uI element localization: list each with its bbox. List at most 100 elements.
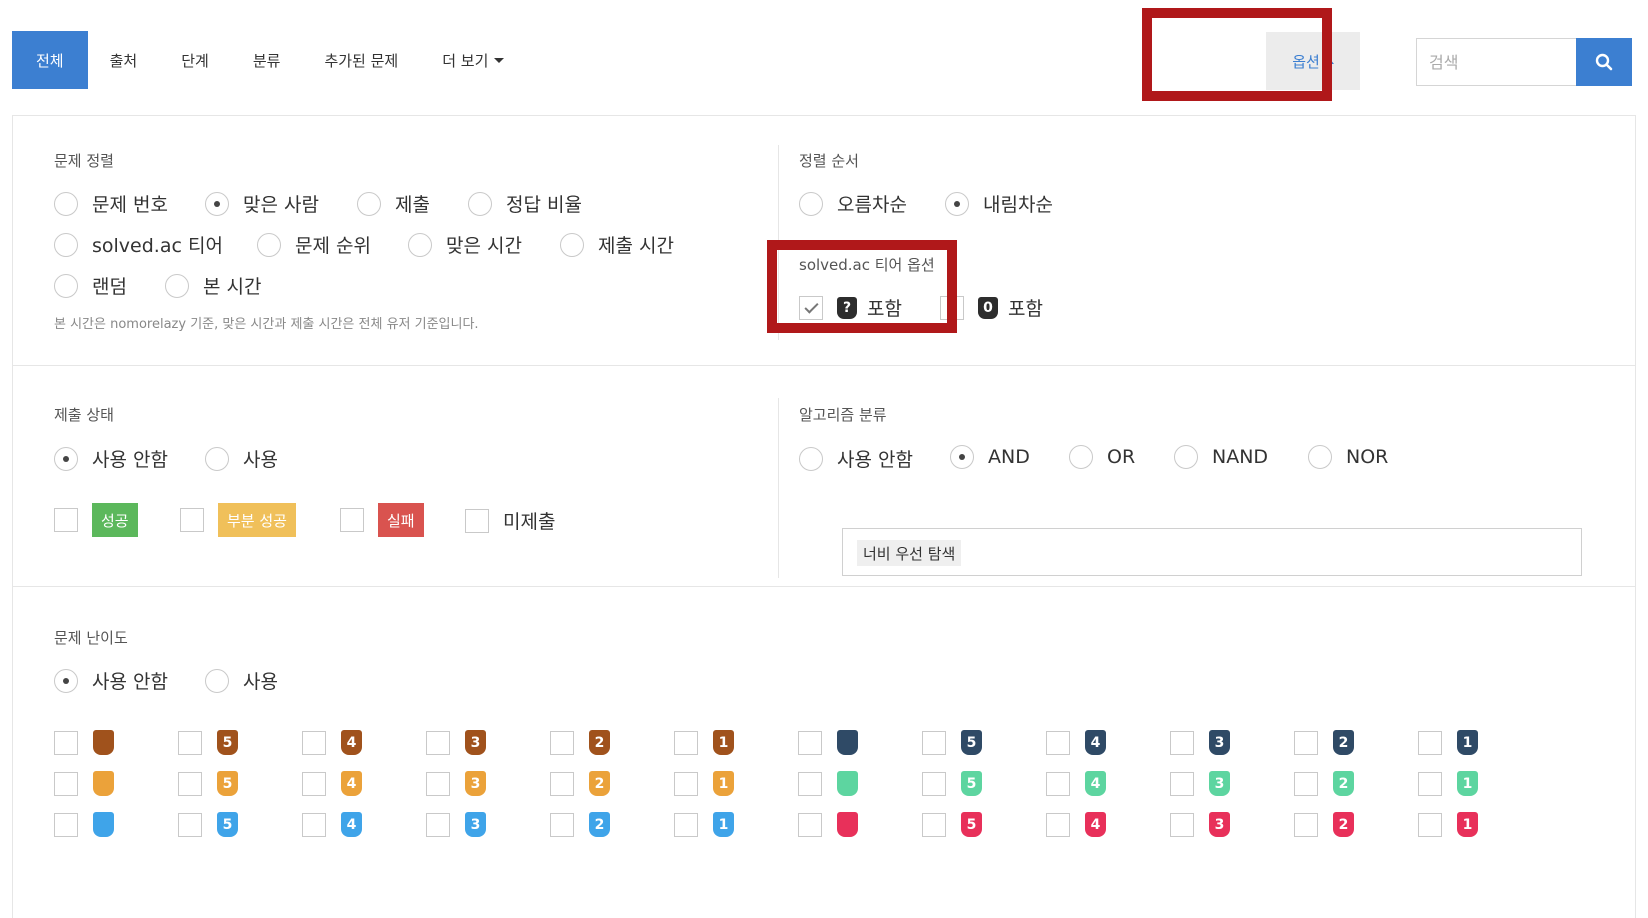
tier-checkbox[interactable]: 4 [302, 771, 362, 796]
tier-checkbox[interactable] [54, 812, 114, 837]
tier-checkbox[interactable]: 4 [1046, 771, 1106, 796]
status-success[interactable]: 성공 [54, 503, 138, 537]
sort-option[interactable]: 문제 번호 [54, 190, 168, 217]
tier-checkbox[interactable]: 5 [922, 730, 982, 755]
tier-badge-icon: 5 [217, 771, 238, 796]
algo-tag[interactable]: 너비 우선 탐색 [857, 540, 962, 566]
tier-checkbox[interactable]: 2 [1294, 771, 1354, 796]
status-unsubmitted[interactable]: 미제출 [465, 507, 555, 534]
tier-checkbox[interactable] [798, 730, 858, 755]
tier-checkbox[interactable]: 4 [1046, 730, 1106, 755]
tier-checkbox[interactable]: 2 [1294, 812, 1354, 837]
radio [799, 191, 823, 216]
sort-option[interactable]: 맞은 시간 [408, 231, 522, 258]
tier-checkbox[interactable]: 5 [922, 812, 982, 837]
radio [54, 191, 78, 216]
tier-checkbox[interactable] [798, 812, 858, 837]
checkbox [178, 771, 202, 796]
sort-option[interactable]: 본 시간 [165, 272, 261, 299]
tier-checkbox[interactable]: 5 [178, 812, 238, 837]
option-label: 포함 [867, 298, 902, 320]
option-label: 오름차순 [837, 194, 907, 216]
search-input[interactable] [1416, 38, 1576, 86]
radio [1069, 445, 1093, 469]
level-option[interactable]: 사용 [205, 667, 278, 694]
tier-checkbox[interactable]: 5 [178, 771, 238, 796]
status-badge: 실패 [378, 503, 424, 537]
status-fail[interactable]: 실패 [340, 503, 424, 537]
search-button[interactable] [1576, 38, 1632, 86]
option-label: 랜덤 [92, 276, 127, 298]
tier-badge-icon: 1 [713, 771, 734, 796]
tier-include-zero[interactable]: 0 포함 [940, 294, 1043, 321]
radio-selected [945, 191, 969, 216]
tier-badge-icon [837, 771, 858, 796]
algo-option[interactable]: OR [1069, 445, 1135, 469]
submit-title: 제출 상태 [54, 406, 114, 424]
tier-checkbox[interactable] [54, 730, 114, 755]
tier-checkbox[interactable]: 3 [1170, 812, 1230, 837]
tier-checkbox[interactable]: 1 [1418, 730, 1478, 755]
tier-badge-icon: 5 [961, 730, 982, 755]
sort-option[interactable]: 맞은 사람 [205, 190, 319, 217]
tier-checkbox[interactable]: 3 [1170, 771, 1230, 796]
tier-checkbox[interactable]: 4 [302, 812, 362, 837]
tier-checkbox[interactable]: 2 [550, 812, 610, 837]
tab-category[interactable]: 분류 [231, 31, 303, 89]
algo-option[interactable]: 사용 안함 [799, 445, 913, 472]
tab-more[interactable]: 더 보기 [420, 31, 526, 89]
tier-checkbox[interactable]: 3 [426, 812, 486, 837]
tier-include-unrated[interactable]: ? 포함 [799, 294, 902, 321]
tier-checkbox[interactable]: 1 [674, 771, 734, 796]
tier-checkbox[interactable]: 3 [1170, 730, 1230, 755]
order-option[interactable]: 오름차순 [799, 190, 907, 217]
checkbox [54, 771, 78, 796]
option-label: 사용 안함 [92, 449, 168, 471]
sort-option[interactable]: 문제 순위 [257, 231, 371, 258]
sort-option[interactable]: solved.ac 티어 [54, 231, 223, 258]
sort-option[interactable]: 정답 비율 [468, 190, 582, 217]
tab-source[interactable]: 출처 [88, 31, 160, 89]
algo-tag-input[interactable]: 너비 우선 탐색 [842, 528, 1582, 576]
divider [12, 365, 1636, 366]
tier-checkbox[interactable]: 3 [426, 730, 486, 755]
order-title: 정렬 순서 [799, 152, 859, 170]
checkbox [302, 730, 326, 755]
options-button[interactable]: 옵션 [1266, 32, 1360, 90]
tier-checkbox[interactable]: 2 [550, 730, 610, 755]
tier-checkbox[interactable]: 1 [1418, 812, 1478, 837]
sort-option[interactable]: 랜덤 [54, 272, 127, 299]
tab-added[interactable]: 추가된 문제 [302, 31, 420, 89]
tier-badge-icon: 3 [465, 730, 486, 755]
tier-checkbox[interactable]: 3 [426, 771, 486, 796]
tier-checkbox[interactable]: 1 [674, 812, 734, 837]
algo-option[interactable]: NOR [1308, 445, 1388, 469]
tier-checkbox[interactable]: 5 [922, 771, 982, 796]
checkbox [180, 508, 204, 532]
tier-checkbox[interactable]: 4 [1046, 812, 1106, 837]
tier-checkbox[interactable]: 2 [1294, 730, 1354, 755]
tier-badge-icon: 2 [1333, 771, 1354, 796]
tier-checkbox[interactable] [798, 771, 858, 796]
algo-option[interactable]: NAND [1174, 445, 1268, 469]
tier-checkbox[interactable]: 1 [1418, 771, 1478, 796]
tab-all[interactable]: 전체 [12, 31, 88, 89]
checkbox [674, 730, 698, 755]
tier-checkbox[interactable]: 2 [550, 771, 610, 796]
submit-option[interactable]: 사용 [205, 445, 278, 472]
submit-option[interactable]: 사용 안함 [54, 445, 168, 472]
tier-checkbox[interactable] [54, 771, 114, 796]
tier-checkbox[interactable]: 5 [178, 730, 238, 755]
checkbox [54, 730, 78, 755]
order-option[interactable]: 내림차순 [945, 190, 1053, 217]
status-partial[interactable]: 부분 성공 [180, 503, 296, 537]
tab-step[interactable]: 단계 [159, 31, 231, 89]
sort-option[interactable]: 제출 시간 [560, 231, 674, 258]
tier-checkbox[interactable]: 1 [674, 730, 734, 755]
level-option[interactable]: 사용 안함 [54, 667, 168, 694]
sort-option[interactable]: 제출 [357, 190, 430, 217]
algo-option[interactable]: AND [950, 445, 1030, 469]
tier-checkbox[interactable]: 4 [302, 730, 362, 755]
tier-unknown-icon: ? [837, 296, 857, 319]
option-label: 사용 안함 [92, 671, 168, 693]
